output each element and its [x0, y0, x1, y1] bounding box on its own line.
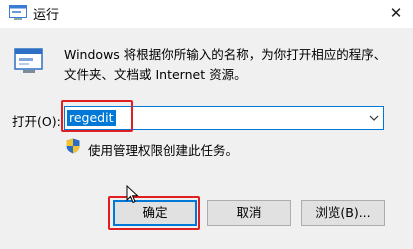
window-title: 运行: [33, 8, 60, 23]
open-combobox[interactable]: regedit: [64, 106, 384, 130]
open-input-value[interactable]: regedit: [67, 110, 116, 126]
chevron-down-icon[interactable]: [369, 114, 379, 122]
run-program-icon: [14, 48, 43, 73]
cancel-button[interactable]: 取消: [207, 200, 291, 226]
admin-notice: 使用管理权限创建此任务。: [88, 143, 239, 158]
close-icon: ✕: [389, 4, 403, 22]
close-button[interactable]: ✕: [379, 0, 413, 28]
description-line-1: Windows 将根据你所输入的名称，为你打开相应的程序、: [64, 47, 387, 62]
title-bar: 运行 ✕: [0, 0, 413, 28]
description: Windows 将根据你所输入的名称，为你打开相应的程序、 文件夹、文档或 In…: [64, 45, 394, 85]
description-line-2: 文件夹、文档或 Internet 资源。: [64, 67, 247, 82]
mouse-cursor-icon: [126, 185, 139, 204]
browse-button[interactable]: 浏览(B)...: [301, 200, 385, 226]
open-label: 打开(O):: [12, 114, 61, 129]
uac-shield-icon: [66, 138, 80, 154]
run-icon: [9, 5, 27, 20]
